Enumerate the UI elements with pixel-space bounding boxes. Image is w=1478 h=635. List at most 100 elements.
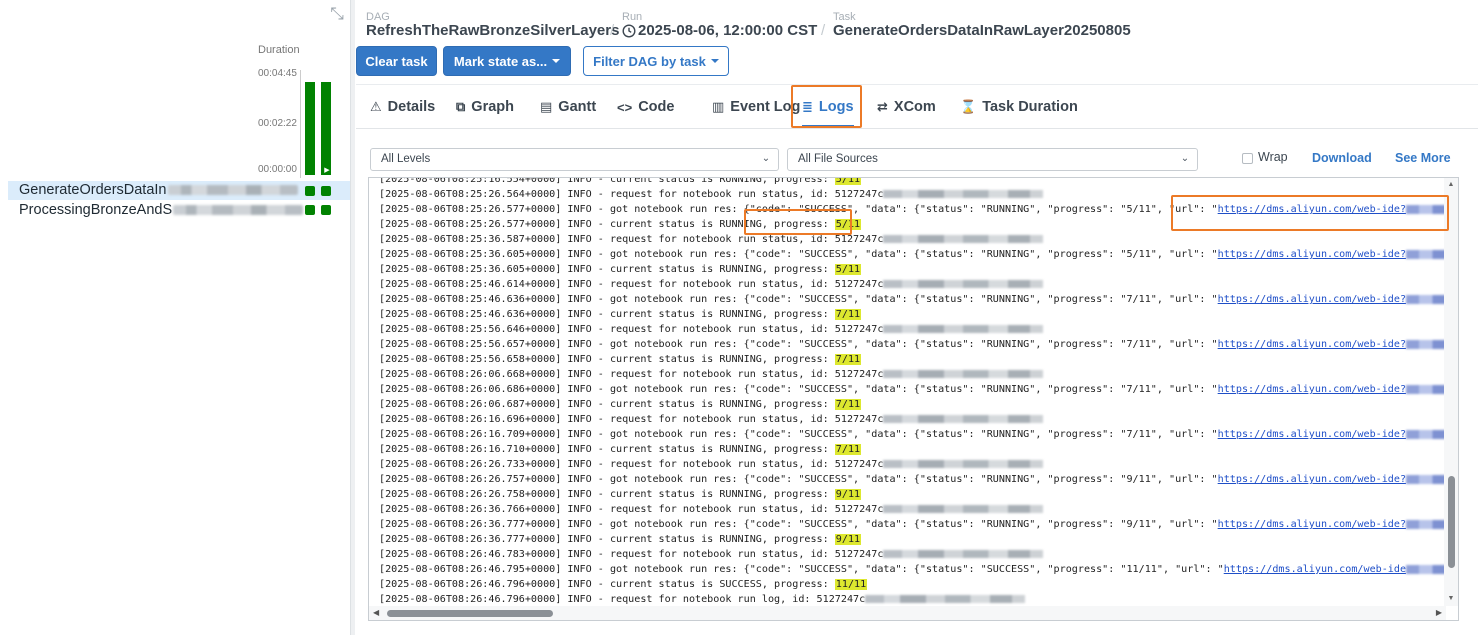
- redacted-id: [883, 280, 1044, 288]
- horizontal-scroll-thumb[interactable]: [387, 610, 553, 617]
- log-line: [2025-08-06T08:26:06.668+0000] INFO - re…: [379, 367, 1447, 382]
- tab-logs[interactable]: ≣ Logs: [802, 85, 854, 129]
- breadcrumb-task[interactable]: GenerateOrdersDataInRawLayer20250805: [833, 22, 1131, 39]
- duration-tick-mid: 00:02:22: [258, 118, 297, 129]
- log-line: [2025-08-06T08:25:36.605+0000] INFO - cu…: [379, 264, 862, 275]
- notebook-url-link[interactable]: https://dms.aliyun.com/web-ide?: [1218, 294, 1406, 305]
- panel-resize-handle[interactable]: [350, 0, 355, 635]
- notebook-url-link[interactable]: https://dms.aliyun.com/web-ide?: [1218, 474, 1406, 485]
- redacted-id: [883, 550, 1044, 558]
- task-instance-status-square[interactable]: [321, 186, 331, 196]
- run-date: 2025-08-06, 12:00:00 CST: [638, 22, 818, 39]
- progress-value: 7/11: [834, 354, 862, 365]
- tab-event-log[interactable]: ▥ Event Log: [712, 85, 800, 129]
- tab-label: Logs: [818, 99, 854, 115]
- breadcrumb-run[interactable]: 2025-08-06, 12:00:00 CST: [622, 22, 817, 39]
- log-line: [2025-08-06T08:26:46.795+0000] INFO - go…: [379, 562, 1447, 577]
- code-brackets-icon: <>: [617, 99, 633, 115]
- caret-down-icon: [710, 59, 719, 63]
- scroll-left-arrow-icon[interactable]: ◀: [373, 609, 379, 617]
- notebook-url-link[interactable]: https://dms.aliyun.com/web-ide?: [1218, 384, 1406, 395]
- log-line: [2025-08-06T08:26:16.710+0000] INFO - cu…: [379, 444, 862, 455]
- log-line: [2025-08-06T08:25:16.554+0000] INFO - cu…: [379, 178, 1447, 187]
- breadcrumb-dag[interactable]: RefreshTheRawBronzeSilverLayers: [366, 22, 619, 39]
- see-more-link[interactable]: See More: [1395, 151, 1451, 165]
- graph-nodes-icon: ⧉: [456, 99, 466, 114]
- wrap-label: Wrap: [1258, 150, 1288, 164]
- task-instance-status-square[interactable]: [321, 205, 331, 215]
- breadcrumb-separator: /: [610, 22, 615, 39]
- tab-xcom[interactable]: ⇄ XCom: [877, 85, 936, 129]
- chevron-down-icon: ⌄: [761, 153, 771, 164]
- log-line: [2025-08-06T08:26:06.687+0000] INFO - cu…: [379, 399, 862, 410]
- mark-state-button[interactable]: Mark state as...: [443, 46, 571, 76]
- progress-value: 5/11: [834, 178, 862, 185]
- scroll-up-arrow-icon[interactable]: ▲: [1447, 181, 1455, 189]
- log-level-select[interactable]: All Levels ⌄: [370, 148, 779, 171]
- redacted-url: [1406, 519, 1447, 529]
- progress-value: 7/11: [834, 444, 862, 455]
- file-source-value: All File Sources: [798, 153, 878, 165]
- task-instance-status-square[interactable]: [305, 205, 315, 215]
- redacted-id: [883, 235, 1044, 243]
- clear-task-button[interactable]: Clear task: [356, 46, 437, 76]
- clock-icon: [622, 23, 636, 38]
- task-name: ProcessingBronzeAndS: [19, 202, 173, 218]
- tab-label: Task Duration: [982, 99, 1078, 115]
- tab-code[interactable]: <> Code: [617, 85, 674, 129]
- duration-tick-zero: 00:00:00: [258, 164, 297, 175]
- run-duration-bar[interactable]: [321, 82, 331, 175]
- log-line: [2025-08-06T08:26:36.777+0000] INFO - cu…: [379, 534, 862, 545]
- tab-graph[interactable]: ⧉ Graph: [456, 85, 514, 129]
- log-lines: [2025-08-06T08:25:16.554+0000] INFO - cu…: [379, 178, 1447, 607]
- tab-gantt[interactable]: ▤ Gantt: [540, 85, 596, 129]
- redacted-url: [1406, 339, 1447, 349]
- log-line: [2025-08-06T08:25:26.577+0000] INFO - cu…: [379, 219, 862, 230]
- notebook-url-link[interactable]: https://dms.aliyun.com/web-ide?: [1218, 339, 1406, 350]
- collapse-arrows-icon[interactable]: ⤡: [328, 5, 346, 23]
- redacted-url: [1406, 294, 1447, 304]
- caret-down-icon: [552, 59, 561, 63]
- task-instance-status-square[interactable]: [305, 186, 315, 196]
- horizontal-scrollbar[interactable]: ◀ ▶: [369, 606, 1446, 620]
- task-row-processing-bronze[interactable]: ProcessingBronzeAndS: [8, 201, 350, 220]
- tab-label: Details: [387, 99, 436, 115]
- log-line: [2025-08-06T08:26:16.696+0000] INFO - re…: [379, 412, 1447, 427]
- list-lines-icon: ≣: [802, 99, 813, 114]
- wrap-checkbox[interactable]: [1242, 153, 1253, 164]
- chevron-down-icon: ⌄: [1180, 153, 1190, 164]
- gantt-chart-icon: ▤: [540, 99, 553, 114]
- log-line: [2025-08-06T08:25:36.605+0000] INFO - go…: [379, 247, 1447, 262]
- redacted-id: [883, 460, 1044, 468]
- log-line: [2025-08-06T08:26:06.686+0000] INFO - go…: [379, 382, 1447, 397]
- redacted-id: [883, 415, 1044, 423]
- run-duration-bar[interactable]: [305, 82, 315, 175]
- tab-task-duration[interactable]: ⌛ Task Duration: [960, 85, 1078, 129]
- progress-value: 5/11: [834, 219, 862, 230]
- log-line: [2025-08-06T08:26:36.777+0000] INFO - go…: [379, 517, 1447, 532]
- download-link[interactable]: Download: [1312, 151, 1372, 165]
- scroll-right-arrow-icon[interactable]: ▶: [1436, 609, 1442, 617]
- log-line: [2025-08-06T08:25:56.646+0000] INFO - re…: [379, 322, 1447, 337]
- file-source-select[interactable]: All File Sources ⌄: [787, 148, 1198, 171]
- log-viewer[interactable]: [2025-08-06T08:25:16.554+0000] INFO - cu…: [368, 177, 1459, 621]
- filter-dag-button[interactable]: Filter DAG by task: [583, 46, 729, 76]
- tab-details[interactable]: ⚠ Details: [370, 85, 435, 129]
- notebook-url-link[interactable]: https://dms.aliyun.com/web-ide: [1224, 564, 1406, 575]
- log-line: [2025-08-06T08:25:56.657+0000] INFO - go…: [379, 337, 1447, 352]
- vertical-scrollbar[interactable]: ▲ ▼: [1444, 178, 1458, 606]
- scroll-down-arrow-icon[interactable]: ▼: [1447, 595, 1455, 603]
- tab-label: Gantt: [558, 99, 597, 115]
- notebook-url-link[interactable]: https://dms.aliyun.com/web-ide?: [1218, 519, 1406, 530]
- notebook-url-link[interactable]: https://dms.aliyun.com/web-ide?: [1218, 204, 1406, 215]
- redacted-url: [1406, 474, 1447, 484]
- log-line: [2025-08-06T08:26:26.733+0000] INFO - re…: [379, 457, 1447, 472]
- notebook-url-link[interactable]: https://dms.aliyun.com/web-ide?: [1218, 249, 1406, 260]
- vertical-scroll-thumb[interactable]: [1448, 476, 1455, 568]
- tab-label: Code: [638, 99, 675, 115]
- exchange-arrows-icon: ⇄: [877, 99, 888, 114]
- log-line: [2025-08-06T08:26:26.757+0000] INFO - go…: [379, 472, 1447, 487]
- notebook-url-link[interactable]: https://dms.aliyun.com/web-ide?: [1218, 429, 1406, 440]
- play-arrow-icon: ▶: [324, 167, 330, 174]
- task-row-generate-orders[interactable]: GenerateOrdersDataIn: [8, 181, 350, 200]
